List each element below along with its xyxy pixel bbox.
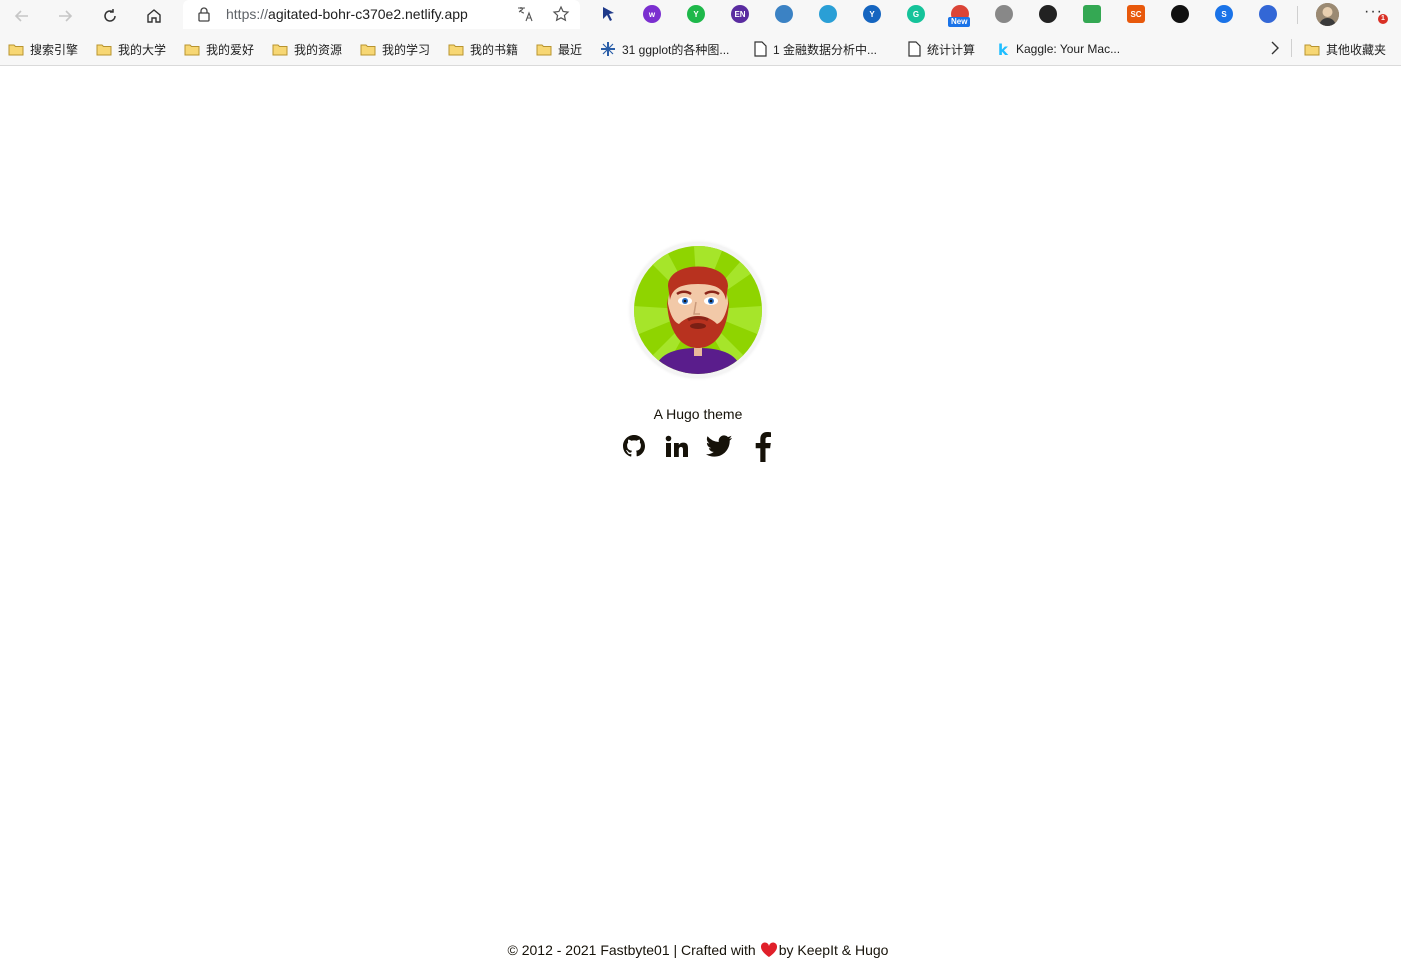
sc-extension-icon[interactable]: SC bbox=[1127, 5, 1145, 23]
folder-icon bbox=[1304, 43, 1320, 56]
address-bar[interactable]: https://agitated-bohr-c370e2.netlify.app bbox=[183, 0, 580, 29]
reload-button[interactable] bbox=[96, 3, 124, 29]
bookmark-label: Kaggle: Your Mac... bbox=[1016, 42, 1121, 56]
toolbar-divider bbox=[1297, 6, 1298, 24]
sheet-extension-icon[interactable] bbox=[1083, 5, 1101, 23]
bookmark-label: 我的爱好 bbox=[206, 42, 255, 57]
twitter-icon bbox=[706, 435, 732, 457]
linkedin-icon bbox=[665, 435, 688, 457]
kaggle-icon: k bbox=[996, 41, 1010, 57]
bookmark-item[interactable]: 1 金融数据分析中... bbox=[754, 40, 877, 58]
lock-icon bbox=[198, 7, 210, 22]
folder-icon bbox=[360, 43, 376, 56]
bookmark-item[interactable]: 我的大学 bbox=[96, 40, 166, 58]
page-footer: © 2012 - 2021 Fastbyte01 | Crafted with … bbox=[0, 942, 1396, 958]
bookmark-item[interactable]: 我的爱好 bbox=[184, 40, 254, 58]
folder-icon bbox=[272, 43, 288, 56]
profile-avatar[interactable] bbox=[1316, 3, 1339, 26]
bookmark-item[interactable]: 31 ggplot的各种图... bbox=[600, 40, 729, 58]
back-arrow-icon bbox=[14, 10, 28, 22]
bookmark-label: 我的学习 bbox=[382, 42, 431, 57]
grammarly-icon[interactable]: G bbox=[907, 5, 925, 23]
bookmark-label: 最近 bbox=[558, 42, 583, 57]
bookmark-item[interactable]: k Kaggle: Your Mac... bbox=[996, 40, 1120, 58]
favorite-star-icon[interactable] bbox=[552, 5, 570, 23]
forward-arrow-icon bbox=[59, 10, 73, 22]
linkedin-link[interactable] bbox=[663, 432, 691, 462]
cursor-extension-icon[interactable] bbox=[599, 5, 617, 23]
github-icon bbox=[623, 435, 645, 457]
chevron-right-icon bbox=[1271, 41, 1279, 55]
facebook-icon bbox=[755, 432, 771, 462]
bookmark-label: 1 金融数据分析中... bbox=[773, 42, 878, 57]
bookmark-label: 31 ggplot的各种图... bbox=[622, 42, 730, 57]
page-icon bbox=[754, 41, 767, 57]
twitter-link[interactable] bbox=[705, 432, 733, 462]
notification-badge: 1 bbox=[1378, 14, 1388, 24]
page-icon bbox=[908, 41, 921, 57]
w-extension-icon[interactable]: w bbox=[643, 5, 661, 23]
url-host: agitated-bohr-c370e2.netlify.app bbox=[268, 6, 468, 22]
reload-icon bbox=[104, 9, 116, 22]
bookmark-label: 统计计算 bbox=[927, 42, 976, 57]
url-scheme: https:// bbox=[226, 6, 269, 22]
bookmark-label: 我的大学 bbox=[118, 42, 167, 57]
y-extension-icon[interactable]: Y bbox=[687, 5, 705, 23]
bookmarks-bar: 搜索引擎 我的大学 我的爱好 我的资源 我的学习 我的书籍 最近 31 ggplot的各种图.… bbox=[0, 32, 1401, 66]
shield-extension-icon[interactable] bbox=[995, 5, 1013, 23]
bookmark-item[interactable]: 统计计算 bbox=[908, 40, 975, 58]
bookmarks-overflow-button[interactable] bbox=[1268, 40, 1282, 61]
other-bookmarks-folder[interactable]: 其他收藏夹 bbox=[1304, 40, 1386, 58]
graduation-extension-icon[interactable] bbox=[1259, 5, 1277, 23]
home-icon bbox=[147, 9, 161, 23]
new-badge: New bbox=[948, 17, 971, 27]
bookmark-item[interactable]: 我的书籍 bbox=[448, 40, 518, 58]
tampermonkey-icon[interactable] bbox=[1171, 5, 1189, 23]
folder-icon bbox=[448, 43, 464, 56]
other-bookmarks-label: 其他收藏夹 bbox=[1326, 42, 1387, 57]
folder-icon bbox=[96, 43, 112, 56]
bearded-man-avatar-icon bbox=[634, 246, 762, 374]
bird-extension-icon[interactable] bbox=[819, 5, 837, 23]
bookmark-item[interactable]: 我的学习 bbox=[360, 40, 430, 58]
bookmark-label: 搜索引擎 bbox=[30, 42, 79, 57]
bookmark-extension-icon[interactable] bbox=[1039, 5, 1057, 23]
s-extension-icon[interactable]: S bbox=[1215, 5, 1233, 23]
ggplot-site-icon bbox=[600, 41, 616, 57]
svg-text:k: k bbox=[998, 41, 1009, 57]
browser-toolbar: https://agitated-bohr-c370e2.netlify.app… bbox=[0, 0, 1401, 32]
site-subtitle: A Hugo theme bbox=[653, 406, 743, 422]
en-extension-icon[interactable]: EN bbox=[731, 5, 749, 23]
glasses-extension-icon[interactable] bbox=[775, 5, 793, 23]
facebook-link[interactable] bbox=[749, 432, 777, 462]
folder-icon bbox=[8, 43, 24, 56]
bookmark-label: 我的资源 bbox=[294, 42, 343, 57]
bookmarks-divider bbox=[1291, 39, 1292, 57]
bookmark-item[interactable]: 我的资源 bbox=[272, 40, 342, 58]
avatar bbox=[630, 242, 766, 378]
page-content: A Hugo theme © 2012 - 2021 Fastbyte01 | … bbox=[0, 66, 1401, 968]
translate-icon[interactable] bbox=[516, 5, 534, 23]
bookmark-label: 我的书籍 bbox=[470, 42, 519, 57]
profile-photo-icon bbox=[1316, 3, 1339, 26]
folder-icon bbox=[184, 43, 200, 56]
forward-button[interactable] bbox=[51, 3, 79, 29]
footer-credit: by KeepIt & Hugo bbox=[778, 942, 889, 958]
github-link[interactable] bbox=[620, 432, 648, 462]
home-button[interactable] bbox=[140, 3, 168, 29]
back-button[interactable] bbox=[8, 3, 36, 29]
bookmark-item[interactable]: 最近 bbox=[536, 40, 582, 58]
y-blue-extension-icon[interactable]: Y bbox=[863, 5, 881, 23]
heart-icon bbox=[760, 942, 778, 958]
footer-copyright: © 2012 - 2021 Fastbyte01 | Crafted with bbox=[507, 942, 756, 958]
folder-icon bbox=[536, 43, 552, 56]
bookmark-item[interactable]: 搜索引擎 bbox=[8, 40, 78, 58]
url-text[interactable]: https://agitated-bohr-c370e2.netlify.app bbox=[226, 6, 468, 22]
